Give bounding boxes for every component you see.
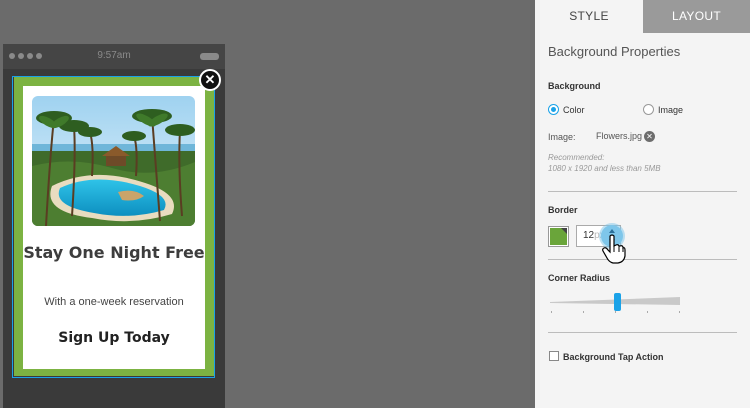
- divider: [548, 332, 737, 333]
- properties-panel: STYLE LAYOUT Background Properties Backg…: [535, 0, 750, 408]
- image-filename: Flowers.jpg: [596, 131, 643, 141]
- slider-tick: [679, 311, 680, 313]
- image-radio-label: Image: [658, 105, 684, 115]
- image-label: Image:: [548, 132, 576, 142]
- slider-tick: [615, 311, 616, 313]
- image-radio[interactable]: [643, 104, 654, 115]
- border-section-label: Border: [548, 205, 578, 215]
- popup-frame[interactable]: Stay One Night Free With a one-week rese…: [14, 77, 214, 376]
- hand-cursor-icon: [602, 234, 626, 264]
- close-icon[interactable]: ✕: [199, 69, 221, 91]
- slider-tick: [583, 311, 584, 313]
- corner-radius-label: Corner Radius: [548, 273, 611, 283]
- battery-icon: [200, 53, 219, 60]
- signup-button[interactable]: Sign Up Today: [23, 330, 205, 346]
- phone-time: 9:57am: [97, 50, 131, 61]
- background-tap-action-label: Background Tap Action: [563, 352, 664, 362]
- divider: [548, 259, 737, 260]
- background-section-label: Background: [548, 81, 601, 91]
- border-width-value: 12: [583, 230, 595, 241]
- phone-status-bar: 9:57am: [3, 44, 225, 69]
- corner-radius-slider-thumb[interactable]: [614, 293, 621, 311]
- color-radio[interactable]: [548, 104, 559, 115]
- recommended-label: Recommended:: [548, 153, 605, 162]
- color-radio-label: Color: [563, 105, 585, 115]
- popup-subtitle: With a one-week reservation: [44, 296, 184, 308]
- popup-content: Stay One Night Free With a one-week rese…: [23, 86, 205, 369]
- border-color-picker[interactable]: [548, 226, 569, 247]
- resort-pool-image: [32, 96, 195, 226]
- divider: [548, 191, 737, 192]
- popup-title: Stay One Night Free: [23, 243, 205, 262]
- border-color-swatch: [550, 228, 567, 245]
- remove-image-icon[interactable]: ✕: [644, 131, 655, 142]
- slider-tick: [647, 311, 648, 313]
- tab-style[interactable]: STYLE: [535, 0, 643, 33]
- background-tap-action-checkbox[interactable]: [549, 351, 559, 361]
- panel-title: Background Properties: [548, 44, 681, 59]
- tab-layout[interactable]: LAYOUT: [643, 0, 750, 33]
- slider-tick: [551, 311, 552, 313]
- recommended-size: 1080 x 1920 and less than 5MB: [548, 164, 661, 173]
